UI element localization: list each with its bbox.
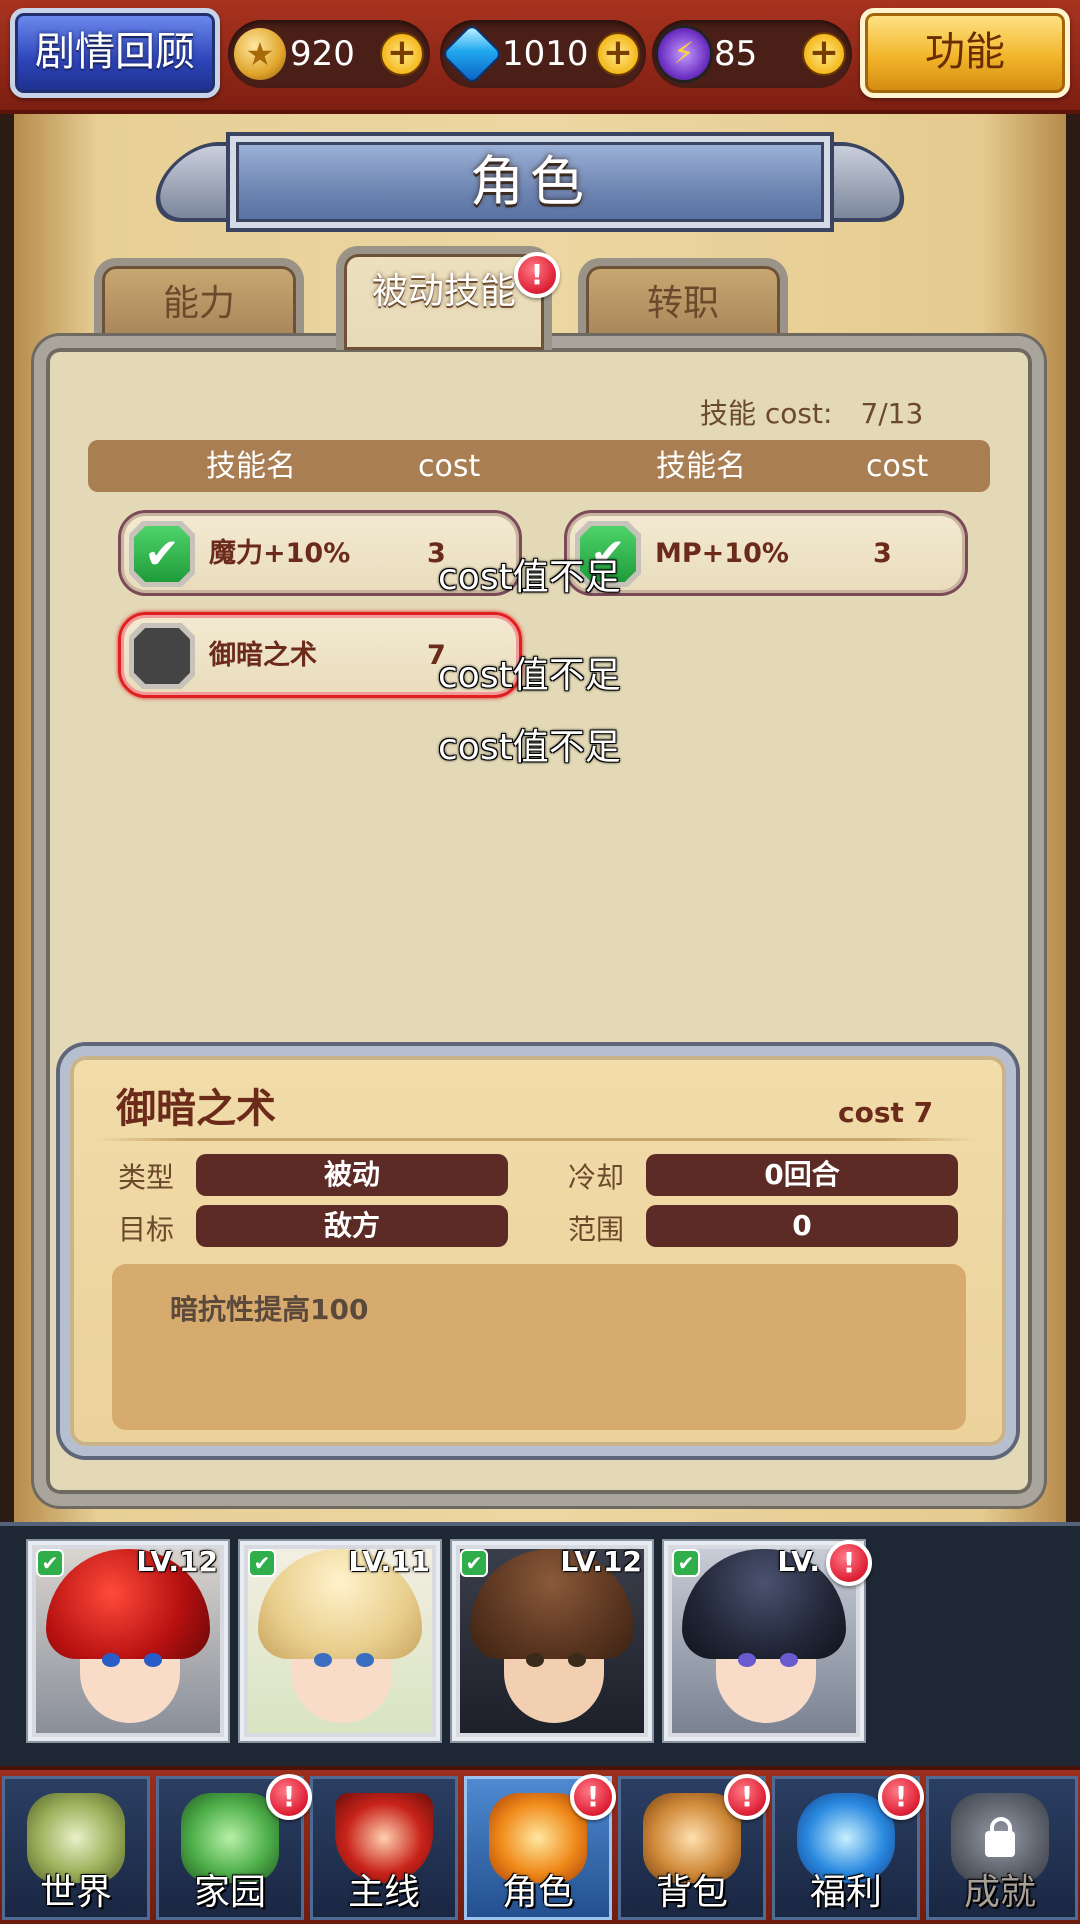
nav-world[interactable]: 世界 [2,1776,150,1920]
character-level: LV.12 [136,1545,218,1578]
skill-cost-summary: 技能 cost: 7/13 [700,392,923,432]
range-label: 范围 [568,1213,625,1246]
tab-ability[interactable]: 能力 [94,258,304,342]
gem-icon [446,28,498,80]
header-cost-right: cost [866,449,929,484]
energy-value: 85 [714,34,758,74]
gem-value: 1010 [502,34,589,74]
type-label: 类型 [118,1161,175,1194]
nav-welfare-alert-badge: ! [878,1774,924,1820]
tab-class-change[interactable]: 转职 [578,258,788,342]
skill-name: 魔力+10% [209,538,351,569]
skill-row[interactable]: MP+10% 3 [564,510,968,596]
add-coin-button[interactable]: + [380,32,424,76]
story-review-button[interactable]: 剧情回顾 [10,8,220,98]
character-level: LV.11 [348,1545,430,1578]
party-member-card[interactable]: ✔ LV.12 [452,1541,652,1741]
nav-bag-alert-badge: ! [724,1774,770,1820]
character-portrait [672,1549,856,1733]
selected-check-icon: ✔ [460,1549,488,1577]
equipped-checkbox[interactable] [129,521,195,587]
nav-label: 家园 [193,1872,266,1913]
skill-name: 御暗之术 [209,640,317,671]
energy-icon [658,28,710,80]
range-value: 0 [646,1205,958,1247]
skill-description: 暗抗性提高100 [170,1293,369,1326]
nav-label: 背包 [655,1872,728,1913]
character-level: LV. [777,1545,820,1578]
gem-counter: 1010 + [440,20,646,88]
selected-check-icon: ✔ [248,1549,276,1577]
nav-label: 角色 [501,1872,574,1913]
unequipped-checkbox[interactable] [129,623,195,689]
skill-table-header: 技能名 cost 技能名 cost [88,440,990,492]
party-member-alert-badge: ! [826,1540,872,1586]
nav-label: 世界 [39,1872,112,1913]
skill-cost: 3 [873,538,892,569]
coin-value: 920 [290,34,355,74]
title-banner: 角色 [141,128,919,238]
nav-main-story[interactable]: 主线 [310,1776,458,1920]
nav-label: 福利 [809,1872,882,1913]
detail-skill-name: 御暗之术 [116,1086,276,1132]
cooldown-label: 冷却 [568,1161,625,1194]
add-energy-button[interactable]: + [802,32,846,76]
header-skill-name-right: 技能名 [656,449,746,484]
skill-cost-label: 技能 cost: [700,397,833,430]
nav-label: 主线 [347,1872,420,1913]
function-button[interactable]: 功能 [860,8,1070,98]
header-skill-name-left: 技能名 [206,449,296,484]
coin-counter: 920 + [228,20,430,88]
nav-label: 成就 [963,1872,1036,1913]
skill-name: MP+10% [655,538,789,569]
party-member-card[interactable]: ✔ LV.12 [28,1541,228,1741]
skill-cost-value: 7/13 [860,397,924,430]
coin-icon [234,28,286,80]
page-title: 角色 [470,150,590,213]
lock-icon [985,1817,1015,1857]
toast-message: cost值不足 [438,557,621,598]
energy-counter: 85 + [652,20,852,88]
type-value: 被动 [196,1154,508,1196]
tab-passive-alert-badge: ! [514,252,560,298]
cooldown-value: 0回合 [646,1154,958,1196]
toast-message: cost值不足 [438,727,621,768]
toast-message: cost值不足 [438,655,621,696]
detail-divider [96,1138,976,1141]
selected-check-icon: ✔ [672,1549,700,1577]
detail-skill-cost: cost 7 [838,1096,934,1129]
nav-character-alert-badge: ! [570,1774,616,1820]
nav-home-alert-badge: ! [266,1774,312,1820]
selected-check-icon: ✔ [36,1549,64,1577]
nav-achievement[interactable]: 成就 [926,1776,1078,1920]
target-value: 敌方 [196,1205,508,1247]
character-level: LV.12 [560,1545,642,1578]
party-member-card[interactable]: ✔ LV.11 [240,1541,440,1741]
target-label: 目标 [118,1213,175,1246]
header-cost-left: cost [418,449,481,484]
add-gem-button[interactable]: + [596,32,640,76]
